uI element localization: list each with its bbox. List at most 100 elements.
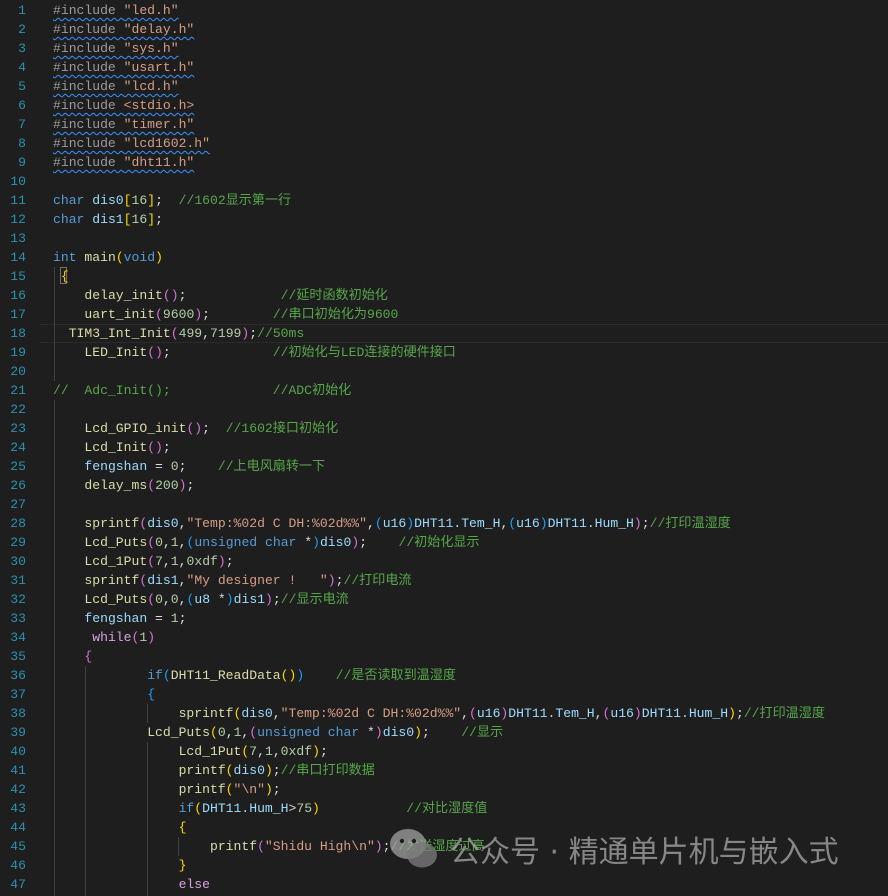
preprocessor: #include <box>53 22 124 37</box>
string: "timer.h" <box>123 117 195 132</box>
line-number: 4 <box>18 60 26 75</box>
line-number: 33 <box>10 611 26 626</box>
bracket: ( <box>115 250 124 265</box>
line-number: 19 <box>10 345 26 360</box>
code-editor[interactable]: 1 #include "led.h" 2 #include "delay.h" 3 #in… <box>0 0 888 896</box>
bracket: ( <box>257 839 265 854</box>
bracket: ( <box>147 554 156 569</box>
line-number: 21 <box>10 383 26 398</box>
line-code: { <box>53 267 69 286</box>
function-name: Lcd_1Put <box>84 554 148 569</box>
code-text: , <box>162 554 171 569</box>
preprocessor: #include <box>53 98 124 113</box>
bracket: ) <box>728 706 736 721</box>
line-code: fengshan = 0; //上电风扇转一下 <box>53 457 325 476</box>
line-code: Lcd_Puts(0,1,(unsigned char *)dis0); //显… <box>53 723 503 742</box>
bracket: ) <box>217 554 226 569</box>
function-name: printf <box>178 782 226 797</box>
string: "dht11.h" <box>123 155 195 170</box>
control-keyword: else <box>178 877 210 892</box>
bracket: () <box>147 345 163 360</box>
bracket: ) <box>194 307 203 322</box>
variable: fengshan <box>84 611 148 626</box>
bracket: ( <box>147 535 156 550</box>
variable: dis1 <box>92 212 124 227</box>
bracket: () <box>162 288 179 303</box>
bracket: ( <box>374 516 383 531</box>
string: "lcd1602.h" <box>123 136 210 151</box>
line-number: 9 <box>18 155 26 170</box>
preprocessor: #include <box>53 79 124 94</box>
line-number: 11 <box>10 193 26 208</box>
bracket: ) <box>327 573 336 588</box>
comment: //初始化与LED连接的硬件接口 <box>272 345 456 360</box>
control-keyword: while <box>92 630 132 645</box>
bracket: ( <box>469 706 477 721</box>
number: 0 <box>155 535 163 550</box>
line-code: #include "timer.h" <box>53 115 194 134</box>
bracket: ] <box>147 212 156 227</box>
preprocessor: #include <box>53 136 124 151</box>
line-code: #include <stdio.h> <box>53 96 194 115</box>
line-number: 47 <box>10 877 26 892</box>
number: 0xdf <box>186 554 218 569</box>
preprocessor: #include <box>53 155 124 170</box>
code-text: ; <box>359 535 399 550</box>
code-text: ; <box>178 459 218 474</box>
code-text: , <box>366 516 375 531</box>
line-number: 22 <box>10 402 26 417</box>
bracket: ) <box>147 630 156 645</box>
code-text: ; <box>178 288 281 303</box>
number: 9600 <box>162 307 195 322</box>
comment: //打印温湿度 <box>743 706 825 721</box>
code-text: , <box>257 744 265 759</box>
line-code: sprintf(dis0,"Temp:%02d C DH:%02d%%",(u1… <box>53 704 825 723</box>
bracket: [ <box>123 212 132 227</box>
string: "\n" <box>233 782 265 797</box>
bracket: ) <box>414 725 422 740</box>
line-number: 40 <box>10 744 26 759</box>
keyword: char <box>53 212 85 227</box>
line-number: 17 <box>10 307 26 322</box>
line-code: { <box>53 685 155 704</box>
line-number: 41 <box>10 763 26 778</box>
line-number: 16 <box>10 288 26 303</box>
bracket: ( <box>194 801 203 816</box>
variable: u16 <box>476 706 501 721</box>
function-name: TIM3_Int_Init <box>68 326 171 341</box>
bracket: ) <box>374 725 383 740</box>
string: "Shidu High\n" <box>264 839 375 854</box>
comment: //是否读取到温湿度 <box>335 668 456 683</box>
comment: //发送湿度过高 <box>390 839 485 854</box>
variable: dis0 <box>92 193 124 208</box>
code-text: , <box>272 706 281 721</box>
variable: DHT11.Hum_H <box>641 706 729 721</box>
variable: dis0 <box>147 516 179 531</box>
number: 1 <box>170 535 179 550</box>
line-code: sprintf(dis1,"My designer ! ");//打印电流 <box>53 571 411 590</box>
bracket: ) <box>312 744 320 759</box>
code-text: ; <box>202 421 226 436</box>
bracket: ) <box>264 782 273 797</box>
line-number: 5 <box>18 79 26 94</box>
variable: DHT11.Hum_H <box>202 801 289 816</box>
code-text: , <box>178 535 187 550</box>
line-number: 31 <box>10 573 26 588</box>
code-text: , <box>162 592 171 607</box>
line-number: 28 <box>10 516 26 531</box>
comment: //1602显示第一行 <box>178 193 292 208</box>
comment: //50ms <box>257 326 305 341</box>
